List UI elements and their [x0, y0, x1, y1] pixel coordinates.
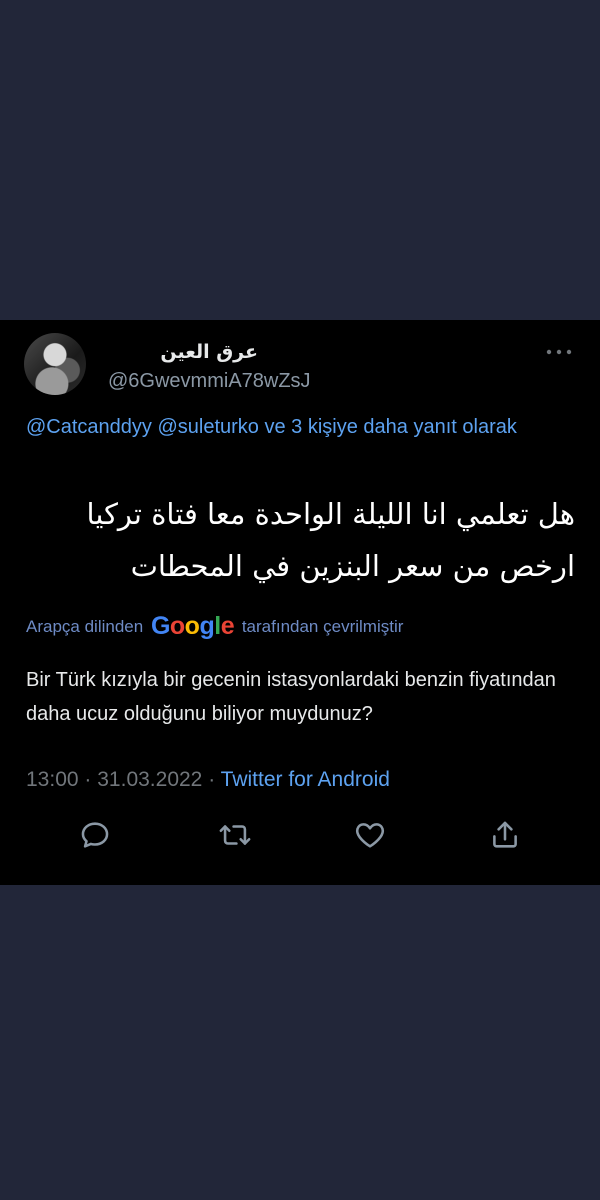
tweet-card [0, 320, 600, 885]
display-name[interactable]: عرق العين [118, 340, 258, 364]
translation-attribution: Arapça dilinden Google tarafından çevril… [26, 613, 403, 640]
meta-separator: · [84, 768, 92, 791]
translation-prefix: Arapça dilinden [26, 617, 144, 636]
google-logo: Google [150, 612, 235, 640]
retweet-icon[interactable] [218, 818, 252, 852]
reply-context[interactable]: @Catcanddyy @suleturko ve 3 kişiye daha … [26, 412, 566, 442]
tweet-meta: 13:00 · 31.03.2022 · Twitter for Android [26, 765, 390, 795]
tweet-text: هل تعلمي انا الليلة الواحدة معا فتاة ترك… [60, 488, 575, 592]
translation-suffix: tarafından çevrilmiştir [241, 617, 404, 636]
share-icon[interactable] [488, 818, 522, 852]
reply-icon[interactable] [78, 818, 112, 852]
avatar[interactable] [24, 333, 86, 395]
tweet-text-line-2: ارخص من سعر البنزين في المحطات [130, 549, 575, 583]
meta-separator: · [208, 768, 216, 791]
more-icon[interactable] [543, 342, 575, 362]
tweet-text-line-1: هل تعلمي انا الليلة الواحدة معا فتاة ترك… [86, 497, 575, 531]
tweet-source[interactable]: Twitter for Android [221, 768, 390, 791]
heart-icon[interactable] [353, 818, 387, 852]
user-handle[interactable]: @6GwevmmiA78wZsJ [108, 368, 311, 394]
tweet-time: 13:00 [26, 768, 79, 791]
translated-text: Bir Türk kızıyla bir gecenin istasyonlar… [26, 669, 556, 725]
tweet-date: 31.03.2022 [97, 768, 203, 791]
